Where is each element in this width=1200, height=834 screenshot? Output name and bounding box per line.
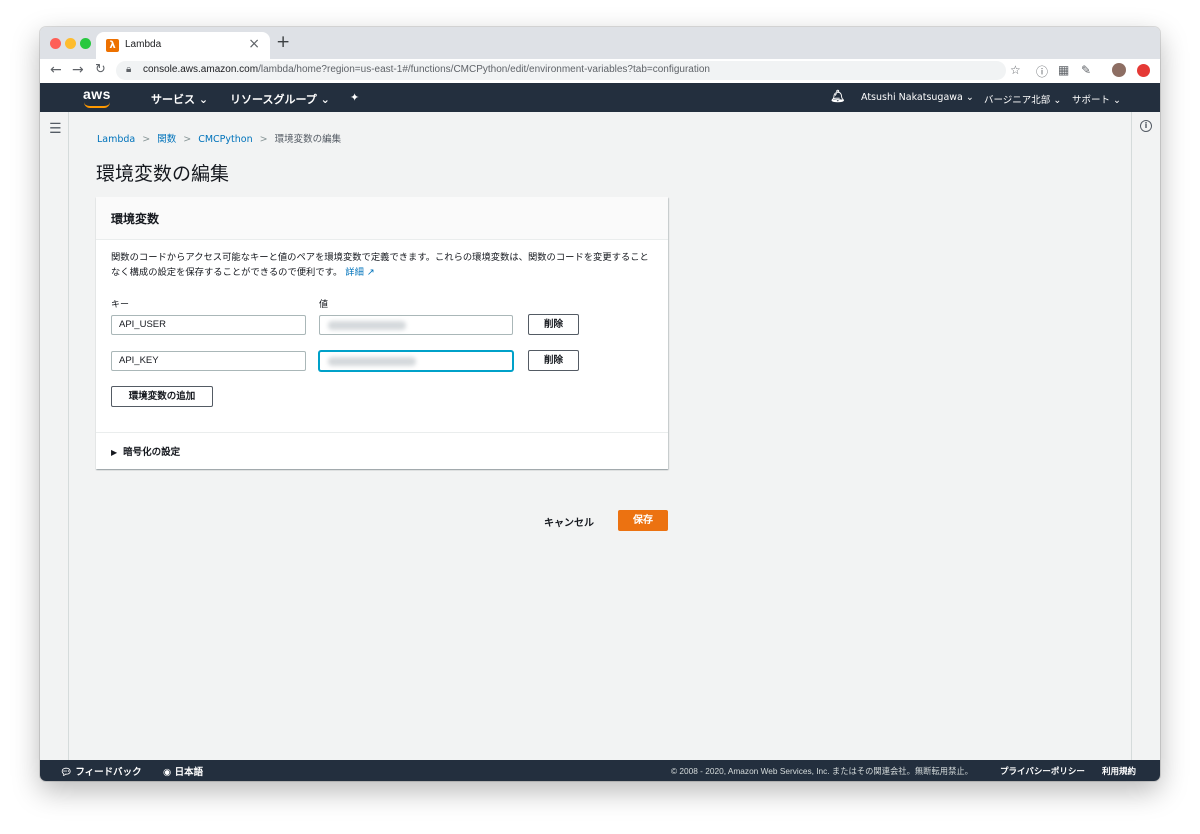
support-menu[interactable]: サポート ⌄	[1072, 92, 1121, 106]
maximize-window-button[interactable]	[80, 38, 91, 49]
expand-triangle-icon: ▶	[111, 448, 118, 457]
pin-icon[interactable]: ✦	[350, 91, 359, 104]
url-field[interactable]: 🔒︎ console.aws.amazon.com/lambda/home?re…	[116, 61, 1006, 80]
value-column-label: 値	[319, 300, 329, 310]
info-panel-icon[interactable]: i	[1140, 120, 1152, 132]
breadcrumb-separator: >	[142, 134, 151, 145]
privacy-policy-link[interactable]: プライバシーポリシー	[1000, 765, 1085, 777]
eyedropper-icon[interactable]: ✎	[1081, 63, 1091, 77]
profile-avatar[interactable]	[1112, 63, 1126, 77]
browser-window: λ Lambda × + ← → ↻ 🔒︎ console.aws.amazon…	[40, 27, 1160, 781]
reload-icon[interactable]: ↻	[95, 62, 106, 77]
breadcrumb-current: 環境変数の編集	[274, 134, 342, 145]
breadcrumb-function-name[interactable]: CMCPython	[198, 134, 252, 145]
console-content: ☰ i Lambda > 関数 > CMCPython > 環境変数の編集 環境変数の編集 …	[40, 112, 1160, 760]
breadcrumb-functions[interactable]: 関数	[157, 134, 176, 145]
env-vars-panel: 環境変数 関数のコードからアクセス可能なキーと値のペアを環境変数で定義できます。…	[96, 197, 668, 469]
forward-arrow-icon[interactable]: →	[72, 62, 84, 78]
tab-title: Lambda	[125, 39, 162, 50]
language-selector[interactable]: ◉ 日本語	[163, 764, 203, 778]
external-link-icon[interactable]: ↗	[367, 267, 375, 278]
panel-header: 環境変数	[96, 197, 668, 240]
lock-icon: 🔒︎	[126, 64, 132, 75]
env-value-input-1[interactable]	[319, 315, 513, 335]
minimize-window-button[interactable]	[65, 38, 76, 49]
browser-tab-lambda[interactable]: λ Lambda ×	[96, 32, 270, 59]
account-menu[interactable]: Atsushi Nakatsugawa ⌄	[861, 92, 974, 103]
breadcrumb: Lambda > 関数 > CMCPython > 環境変数の編集	[97, 131, 341, 145]
back-arrow-icon[interactable]: ←	[50, 62, 62, 78]
encryption-settings-toggle[interactable]: ▶ 暗号化の設定	[111, 444, 180, 458]
redacted-value	[328, 357, 416, 366]
aws-top-navigation: aws サービス ⌄ リソースグループ ⌄ ✦ 🔔︎ Atsushi Nakat…	[40, 83, 1160, 112]
bookmark-star-icon[interactable]: ☆	[1010, 63, 1021, 77]
left-rail: ☰	[40, 112, 69, 760]
delete-button-1[interactable]: 削除	[528, 314, 579, 335]
address-bar: ← → ↻ 🔒︎ console.aws.amazon.com/lambda/h…	[40, 59, 1160, 84]
aws-smile-icon	[84, 102, 110, 108]
lambda-favicon-icon: λ	[106, 39, 119, 52]
extension-info-icon[interactable]: ⓘ	[1036, 63, 1048, 80]
tab-strip: λ Lambda × +	[40, 27, 1160, 59]
breadcrumb-separator: >	[259, 134, 268, 145]
panel-description: 関数のコードからアクセス可能なキーと値のペアを環境変数で定義できます。これらの環…	[111, 252, 649, 278]
key-column-label: キー	[111, 300, 130, 310]
resource-groups-menu[interactable]: リソースグループ ⌄	[230, 91, 330, 107]
extension-red-icon[interactable]	[1137, 64, 1150, 77]
redacted-value	[328, 321, 406, 330]
feedback-link[interactable]: 💬︎ フィードバック	[60, 764, 142, 778]
region-menu[interactable]: バージニア北部 ⌄	[984, 92, 1061, 106]
page-title: 環境変数の編集	[96, 163, 230, 185]
services-menu[interactable]: サービス ⌄	[151, 91, 208, 107]
new-tab-icon[interactable]: +	[276, 32, 290, 52]
qr-code-icon[interactable]: ▦	[1058, 63, 1069, 77]
globe-icon: ◉	[163, 767, 172, 778]
env-key-input-1[interactable]: API_USER	[111, 315, 306, 335]
url-text: console.aws.amazon.com/lambda/home?regio…	[143, 64, 710, 75]
close-window-button[interactable]	[50, 38, 61, 49]
speech-bubble-icon: 💬︎	[60, 767, 73, 778]
terms-link[interactable]: 利用規約	[1102, 765, 1136, 777]
tab-close-icon[interactable]: ×	[248, 36, 260, 52]
notification-bell-icon[interactable]: 🔔︎	[830, 89, 845, 103]
env-key-input-2[interactable]: API_KEY	[111, 351, 306, 371]
copyright-text: © 2008 - 2020, Amazon Web Services, Inc.…	[671, 766, 973, 776]
env-value-input-2[interactable]	[319, 351, 513, 371]
aws-logo[interactable]: aws	[83, 86, 111, 102]
cancel-button[interactable]: キャンセル	[544, 514, 594, 529]
panel-title: 環境変数	[111, 212, 160, 226]
right-rail: i	[1131, 112, 1160, 760]
add-env-var-button[interactable]: 環境変数の追加	[111, 386, 213, 407]
divider	[96, 432, 668, 433]
breadcrumb-separator: >	[183, 134, 192, 145]
delete-button-2[interactable]: 削除	[528, 350, 579, 371]
menu-hamburger-icon[interactable]: ☰	[49, 121, 62, 137]
breadcrumb-lambda[interactable]: Lambda	[97, 134, 135, 145]
aws-footer: 💬︎ フィードバック ◉ 日本語 © 2008 - 2020, Amazon W…	[40, 760, 1160, 781]
save-button[interactable]: 保存	[618, 510, 668, 531]
details-link[interactable]: 詳細	[345, 267, 364, 278]
